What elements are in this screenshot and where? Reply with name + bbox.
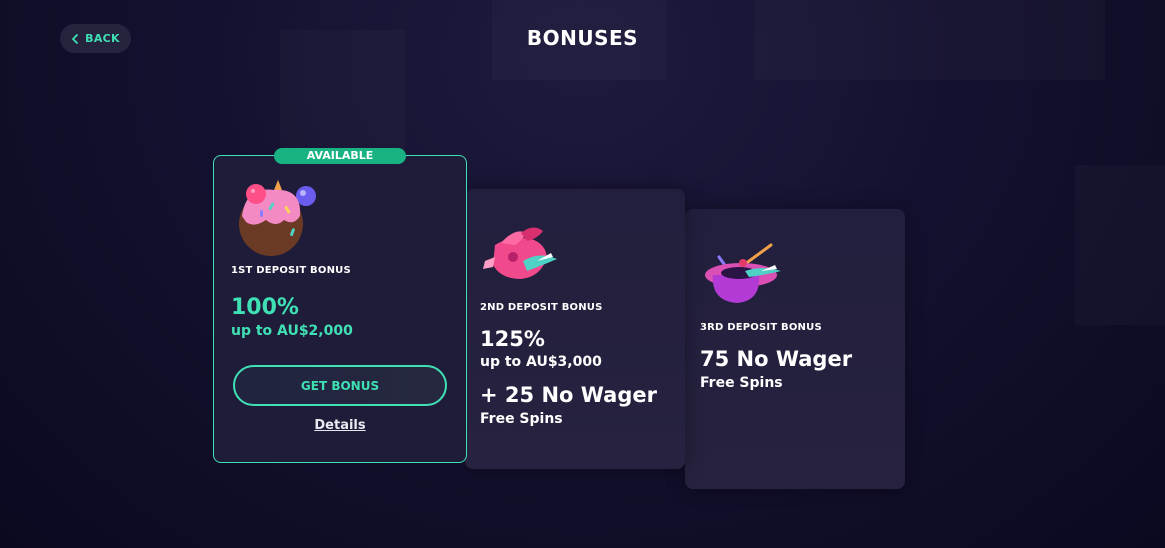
bonus-card-3: 3RD DEPOSIT BONUS 75 No Wager Free Spins — [685, 209, 905, 489]
bonus-amount-sub: Free Spins — [700, 375, 783, 391]
page-title: BONUSES — [526, 26, 639, 50]
bonus-amount: 75 No Wager — [700, 347, 853, 371]
bonus-label: 3RD DEPOSIT BONUS — [700, 322, 822, 333]
bonus-amount-sub: up to AU$2,000 — [231, 323, 353, 339]
bonus-label: 2ND DEPOSIT BONUS — [480, 302, 603, 313]
details-link[interactable]: Details — [214, 418, 466, 433]
bonus-amount: 100% — [231, 295, 299, 320]
background-panel — [1075, 165, 1165, 325]
bonus-card-1: AVAILABLE 1ST DEPOSIT BONUS 100% up to A… — [213, 148, 467, 463]
bonus-card-2: 2ND DEPOSIT BONUS 125% up to AU$3,000 + … — [465, 189, 685, 469]
bonus-label: 1ST DEPOSIT BONUS — [231, 265, 351, 276]
magic-hat-icon — [705, 243, 781, 303]
gift-icon — [483, 227, 557, 279]
bonus-extra-sub: Free Spins — [480, 411, 563, 427]
donut-icon — [239, 180, 316, 256]
available-badge: AVAILABLE — [274, 148, 406, 164]
get-bonus-button[interactable]: GET BONUS — [233, 365, 447, 406]
bonus-amount: 125% — [480, 327, 545, 351]
bonus-amount-sub: up to AU$3,000 — [480, 354, 602, 370]
bonus-extra: + 25 No Wager — [480, 383, 657, 407]
